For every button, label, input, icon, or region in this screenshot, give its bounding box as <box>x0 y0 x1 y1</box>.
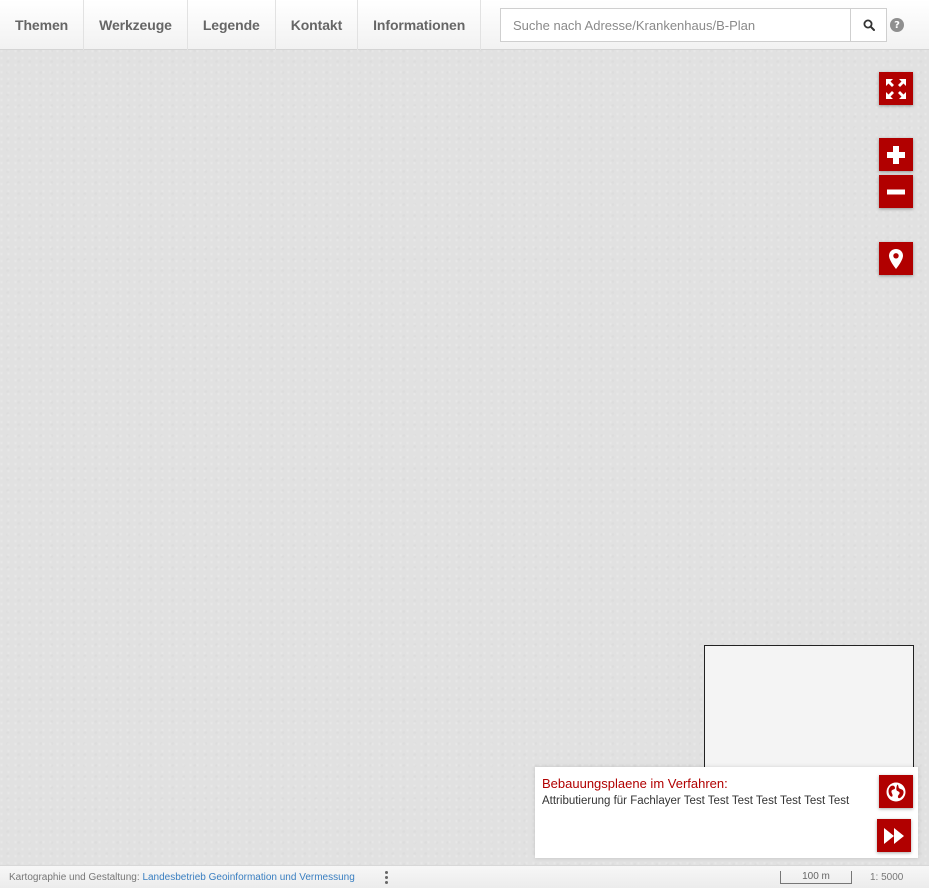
zoom-out-button[interactable] <box>879 175 913 208</box>
search-bar <box>500 8 887 42</box>
scale-bar: 100 m <box>780 871 852 884</box>
minus-icon <box>887 189 905 194</box>
credit-link[interactable]: Landesbetrieb Geoinformation und Vermess… <box>142 872 354 883</box>
search-button[interactable] <box>850 9 886 41</box>
fast-forward-icon <box>884 827 904 844</box>
footer-credit: Kartographie und Gestaltung: Landesbetri… <box>9 872 355 883</box>
expand-arrows-icon <box>886 78 906 99</box>
menu-item-themen[interactable]: Themen <box>0 0 85 50</box>
globe-icon <box>886 782 906 801</box>
top-navbar: Themen Werkzeuge Legende Kontakt Informa… <box>0 0 929 50</box>
main-menu: Themen Werkzeuge Legende Kontakt Informa… <box>0 0 482 50</box>
footer-bar: Kartographie und Gestaltung: Landesbetri… <box>0 865 929 888</box>
scale-value: 1: 5000 <box>870 872 904 883</box>
locate-button[interactable] <box>879 242 913 275</box>
plus-icon <box>887 145 905 164</box>
attribution-text: Attributierung für Fachlayer Test Test T… <box>542 795 850 807</box>
overview-map[interactable] <box>704 645 914 775</box>
map-marker-icon <box>889 248 903 269</box>
zoom-in-button[interactable] <box>879 138 913 171</box>
attribution-panel: Bebauungsplaene im Verfahren: Attributie… <box>535 767 918 858</box>
search-icon <box>863 19 875 31</box>
attribution-collapse-button[interactable] <box>877 819 911 852</box>
credit-label: Kartographie und Gestaltung: <box>9 872 140 883</box>
attribution-title: Bebauungsplaene im Verfahren: <box>542 776 728 791</box>
question-circle-icon[interactable]: ? <box>890 18 904 32</box>
more-vertical-icon[interactable] <box>383 871 389 884</box>
fullscreen-button[interactable] <box>879 72 913 105</box>
menu-item-werkzeuge[interactable]: Werkzeuge <box>84 0 188 50</box>
menu-item-legende[interactable]: Legende <box>188 0 276 50</box>
search-input[interactable] <box>501 9 850 41</box>
menu-item-informationen[interactable]: Informationen <box>358 0 482 50</box>
menu-item-kontakt[interactable]: Kontakt <box>276 0 359 50</box>
overview-map-toggle-button[interactable] <box>879 775 913 808</box>
